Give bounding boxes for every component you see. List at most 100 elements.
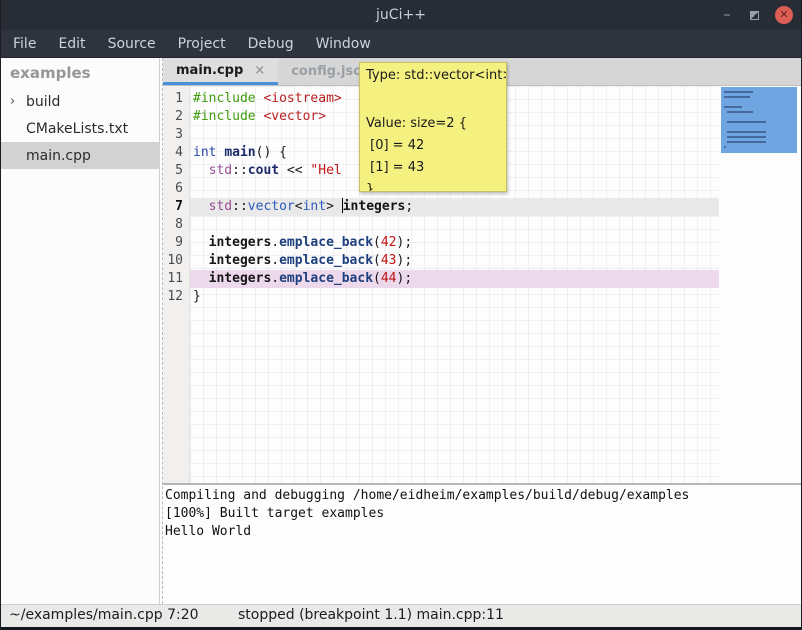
tooltip-value-line: [0] = 42: [366, 135, 500, 157]
code-token: >: [326, 199, 342, 214]
code-token: [193, 163, 209, 178]
title-bar[interactable]: juCi++ – ✕: [1, 0, 801, 30]
menu-item-edit[interactable]: Edit: [56, 34, 87, 54]
minimap-code-line: [724, 106, 742, 108]
code-token: );: [397, 235, 413, 250]
sidebar-item-main-cpp[interactable]: main.cpp: [1, 142, 159, 169]
code-token: integers: [209, 235, 272, 250]
code-token: emplace_back: [279, 235, 373, 250]
code-token: "Hel: [310, 163, 341, 178]
code-token: ;: [405, 199, 413, 214]
code-token: std: [209, 163, 232, 178]
status-debug-state: stopped (breakpoint 1.1) main.cpp:11: [238, 607, 504, 623]
minimap-code-line: [727, 111, 753, 113]
build-output-panel: Compiling and debugging /home/eidheim/ex…: [163, 485, 802, 604]
code-token: 43: [381, 253, 397, 268]
file-tree-sidebar[interactable]: examples ›build CMakeLists.txt main.cpp: [1, 58, 159, 604]
gutter-line-4[interactable]: 4: [163, 144, 189, 162]
gutter-line-8[interactable]: 8: [163, 216, 189, 234]
code-line-8[interactable]: [190, 216, 719, 234]
code-token: #include: [193, 109, 256, 124]
gutter-line-10[interactable]: 10: [163, 252, 189, 270]
output-line: Hello World: [165, 523, 802, 541]
code-token: emplace_back: [279, 271, 373, 286]
code-token: );: [397, 253, 413, 268]
code-token: #include: [193, 91, 256, 106]
code-token: 44: [381, 271, 397, 286]
code-token: .: [271, 253, 279, 268]
code-line-7[interactable]: std::vector<int> integers;: [190, 198, 719, 216]
code-token: .: [271, 235, 279, 250]
tooltip-value-line: Value: size=2 {: [366, 113, 500, 135]
code-token: int: [193, 145, 216, 160]
gutter-line-12[interactable]: 12: [163, 288, 189, 306]
gutter-line-11[interactable]: 11: [163, 270, 189, 288]
gutter-line-5[interactable]: 5: [163, 162, 189, 180]
code-token: .: [271, 271, 279, 286]
code-token: (: [373, 271, 381, 286]
code-token: emplace_back: [279, 253, 373, 268]
minimap-code-line: [727, 121, 766, 123]
tooltip-value-block: Value: size=2 { [0] = 42 [1] = 43}: [366, 113, 500, 192]
gutter-line-6[interactable]: 6: [163, 180, 189, 198]
code-token: [193, 271, 209, 286]
code-token: <<: [279, 163, 310, 178]
sidebar-item-label: build: [26, 94, 60, 110]
code-token: main: [224, 145, 255, 160]
sidebar-item-label: CMakeLists.txt: [26, 121, 128, 137]
code-token: ::: [232, 199, 248, 214]
code-token: integers: [343, 199, 406, 214]
sidebar-item-cmakelists-txt[interactable]: CMakeLists.txt: [1, 115, 159, 142]
project-name-header: examples: [1, 58, 159, 88]
tab-close-icon[interactable]: ×: [254, 63, 265, 78]
code-token: integers: [209, 253, 272, 268]
gutter-line-3[interactable]: 3: [163, 126, 189, 144]
code-line-10[interactable]: integers.emplace_back(43);: [190, 252, 719, 270]
gutter-line-9[interactable]: 9: [163, 234, 189, 252]
gutter-line-7[interactable]: 7: [163, 198, 189, 216]
code-token: 42: [381, 235, 397, 250]
minimap-code-line: [724, 91, 753, 93]
sidebar-item-build[interactable]: ›build: [1, 88, 159, 115]
code-token: [193, 253, 209, 268]
gutter-line-1[interactable]: 1: [163, 90, 189, 108]
line-number-gutter[interactable]: 123456789101112: [163, 86, 190, 483]
sidebar-item-label: main.cpp: [26, 148, 91, 164]
code-line-11[interactable]: integers.emplace_back(44);: [190, 270, 719, 288]
minimap-code-line: [724, 146, 726, 148]
menu-item-project[interactable]: Project: [176, 34, 228, 54]
minimap-code-line: [727, 131, 766, 133]
restore-button[interactable]: [750, 11, 759, 20]
minimap-slider[interactable]: [721, 87, 797, 153]
code-token: std: [209, 199, 232, 214]
tab-main-cpp[interactable]: main.cpp×: [163, 58, 278, 85]
jucipp-window: juCi++ – ✕ File Edit Source Project Debug Win…: [0, 0, 802, 630]
debug-value-tooltip: Type: std::vector<int> Value: size=2 { […: [359, 62, 507, 192]
minimap-code-line: [727, 141, 766, 143]
window-title: juCi++: [1, 0, 801, 30]
code-line-9[interactable]: integers.emplace_back(42);: [190, 234, 719, 252]
menu-item-source[interactable]: Source: [106, 34, 158, 54]
menu-bar: File Edit Source Project Debug Window: [1, 30, 801, 58]
minimap-code-line: [727, 136, 766, 138]
source-minimap[interactable]: [721, 86, 797, 483]
gutter-line-2[interactable]: 2: [163, 108, 189, 126]
window-controls: – ✕: [720, 0, 793, 30]
code-token: (: [373, 235, 381, 250]
menu-item-window[interactable]: Window: [314, 34, 373, 54]
output-line: Compiling and debugging /home/eidheim/ex…: [165, 487, 802, 505]
code-token: <iostream>: [263, 91, 341, 106]
code-line-12[interactable]: }: [190, 288, 719, 306]
minimap-code-line: [724, 96, 750, 98]
close-button[interactable]: ✕: [775, 6, 793, 24]
code-token: int: [303, 199, 326, 214]
menu-item-file[interactable]: File: [11, 34, 38, 54]
code-token: () {: [256, 145, 287, 160]
minimize-button[interactable]: –: [720, 7, 734, 23]
code-token: }: [193, 289, 201, 304]
expander-chevron-icon[interactable]: ›: [10, 94, 26, 109]
tooltip-value-line: }: [366, 179, 500, 192]
menu-item-debug[interactable]: Debug: [246, 34, 296, 54]
code-token: integers: [209, 271, 272, 286]
tooltip-value-line: [1] = 43: [366, 157, 500, 179]
